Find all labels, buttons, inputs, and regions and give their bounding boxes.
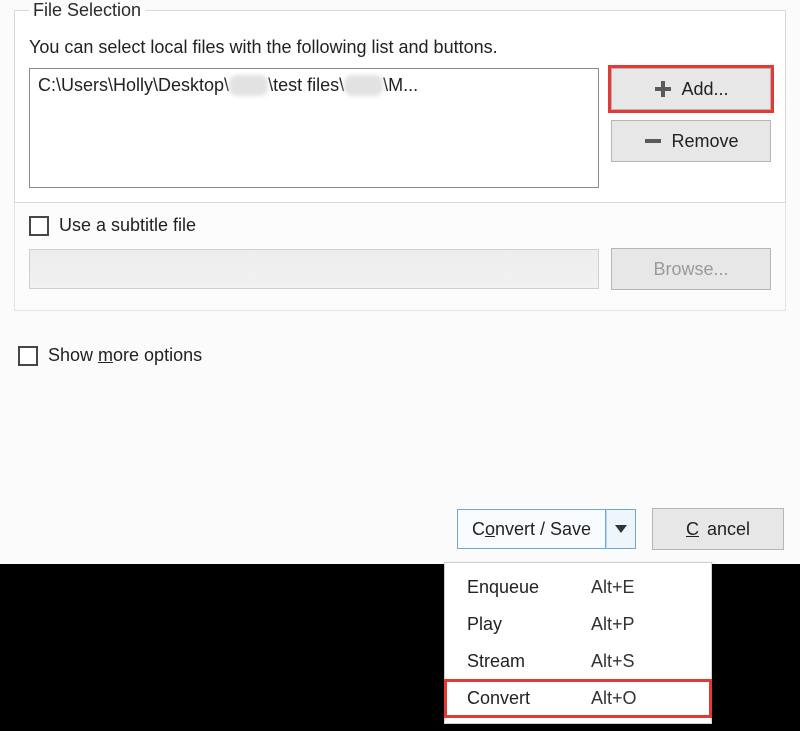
dialog-bottom-buttons: Convert / Save Cancel [457, 508, 784, 550]
plus-icon [653, 79, 673, 99]
file-selection-group: File Selection You can select local file… [14, 0, 786, 203]
remove-button[interactable]: Remove [611, 120, 771, 162]
file-selection-legend: File Selection [29, 0, 145, 21]
file-row: C:\Users\Holly\Desktop\xxx\test files\xx… [29, 68, 771, 188]
file-buttons: Add... Remove [611, 68, 771, 162]
show-more-checkbox[interactable] [18, 346, 38, 366]
cancel-button[interactable]: Cancel [652, 508, 784, 550]
menu-item-convert[interactable]: Convert Alt+O [445, 680, 711, 717]
subtitle-checkbox-label: Use a subtitle file [59, 215, 196, 236]
menu-item-label: Stream [467, 651, 577, 672]
browse-button: Browse... [611, 248, 771, 290]
convert-save-label-suffix: nvert / Save [495, 519, 591, 540]
show-more-label-prefix: Show [48, 345, 98, 365]
file-list[interactable]: C:\Users\Holly\Desktop\xxx\test files\xx… [29, 68, 599, 188]
convert-save-label-prefix: C [472, 519, 485, 540]
subtitle-checkbox[interactable] [29, 216, 49, 236]
add-button[interactable]: Add... [611, 68, 771, 110]
browse-button-label: Browse... [653, 259, 728, 280]
cancel-label-suffix: ancel [707, 519, 750, 540]
menu-item-label: Play [467, 614, 577, 635]
menu-item-stream[interactable]: Stream Alt+S [445, 643, 711, 680]
show-more-label-mnemonic: m [98, 345, 113, 365]
file-path-segment: C:\Users\Holly\Desktop\ [38, 75, 229, 96]
convert-save-button[interactable]: Convert / Save [457, 509, 606, 549]
file-path-segment: \M... [383, 75, 418, 96]
menu-item-play[interactable]: Play Alt+P [445, 606, 711, 643]
open-media-dialog: File Selection You can select local file… [0, 0, 800, 564]
menu-item-shortcut: Alt+E [591, 577, 635, 598]
menu-item-enqueue[interactable]: Enqueue Alt+E [445, 569, 711, 606]
file-path-segment: \test files\ [268, 75, 344, 96]
minus-icon [643, 131, 663, 151]
subtitle-path-input [29, 249, 599, 289]
convert-save-splitbutton: Convert / Save [457, 509, 636, 549]
menu-item-shortcut: Alt+S [591, 651, 635, 672]
file-path-redacted: xxx [344, 75, 383, 96]
remove-button-label: Remove [671, 131, 738, 152]
menu-item-label: Enqueue [467, 577, 577, 598]
subtitle-panel: Use a subtitle file Browse... [14, 203, 786, 311]
chevron-down-icon [615, 525, 627, 533]
subtitle-path-row: Browse... [29, 248, 771, 290]
show-more-label: Show more options [48, 345, 202, 366]
show-more-row: Show more options [14, 345, 786, 366]
convert-save-dropdown-arrow[interactable] [606, 509, 636, 549]
file-path-redacted: xxx [229, 75, 268, 96]
cancel-label-mnemonic: C [686, 519, 699, 540]
menu-item-shortcut: Alt+P [591, 614, 635, 635]
menu-item-label: Convert [467, 688, 577, 709]
convert-save-dropdown-menu: Enqueue Alt+E Play Alt+P Stream Alt+S Co… [444, 562, 712, 724]
add-button-label: Add... [681, 79, 728, 100]
menu-item-shortcut: Alt+O [591, 688, 637, 709]
convert-save-label-mnemonic: o [485, 519, 495, 540]
show-more-label-suffix: ore options [113, 345, 202, 365]
file-selection-hint: You can select local files with the foll… [29, 37, 771, 58]
subtitle-check-row: Use a subtitle file [29, 215, 771, 236]
